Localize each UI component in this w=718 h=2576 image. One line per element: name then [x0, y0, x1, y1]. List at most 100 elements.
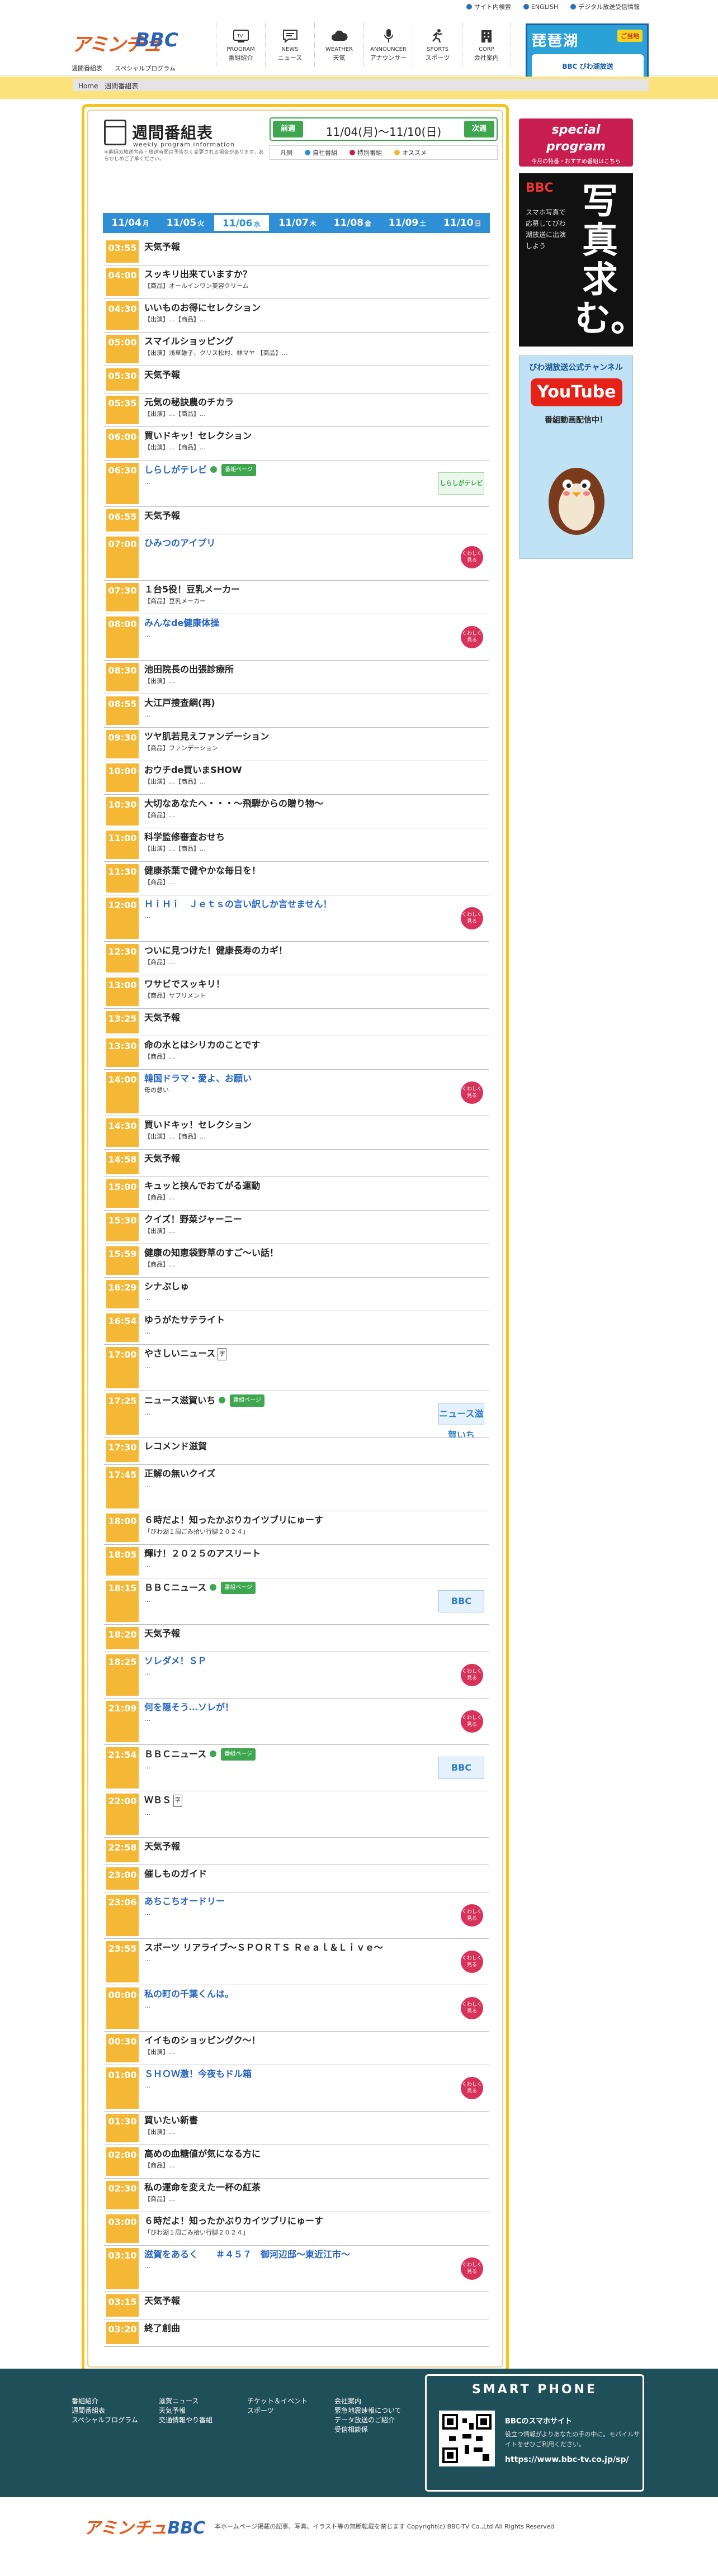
program-row[interactable]: 16:54 ゆうがたサテライト…	[104, 1311, 489, 1345]
program-row[interactable]: 23:06 あちこちオードリー … くわしく見る	[104, 1892, 489, 1939]
program-row[interactable]: 13:30 命の水とはシリカのことです 【商品】…	[104, 1036, 489, 1070]
program-row[interactable]: 23:55 スポーツ リアライブ〜ＳＰＯＲＴＳ Ｒｅａｌ＆Ｌｉｖｅ〜 … くわしく見る	[104, 1939, 489, 1985]
program-row[interactable]: 03:10 滋賀をあるく ＃４５７ 御河辺邸〜東近江市〜 … くわしく見る	[104, 2246, 489, 2292]
program-row[interactable]: 09:30 ツヤ肌若見えファンデーション 【商品】ファンデーション	[104, 728, 489, 761]
program-title[interactable]: クイズ！野菜ジャーニー	[144, 1214, 450, 1225]
more-button[interactable]: くわしく見る	[461, 1710, 483, 1733]
program-title[interactable]: おウチde買いまSHOW	[144, 765, 450, 776]
more-button[interactable]: くわしく見る	[461, 907, 483, 929]
program-title[interactable]: 私の町の千葉くんは。	[144, 1989, 450, 2000]
gnav-sports[interactable]: SPORTS スポーツ	[413, 22, 462, 67]
gnav-corp[interactable]: CORP 会社案内	[462, 22, 511, 67]
program-title[interactable]: ＳＨＯＷ激！今夜もドル箱	[144, 2069, 450, 2080]
site-search-link[interactable]: サイト内検索	[466, 2, 511, 11]
breadcrumb-home[interactable]: Home	[78, 82, 98, 90]
subnav-special-program[interactable]: スペシャルプログラム	[115, 64, 176, 73]
program-row[interactable]: 06:30 しらしがテレビ 番組ページ … しらしがテレビ	[104, 461, 489, 507]
program-row[interactable]: 04:00 スッキリ出来ていますか？ 【商品】オールインワン美容クリーム	[104, 265, 489, 299]
program-row[interactable]: 11:00 科学監修審査おせち 【出演】…【商品】…	[104, 828, 489, 862]
program-title[interactable]: ＷＢＳ 字	[144, 1795, 450, 1807]
program-row[interactable]: 11:30 健康茶葉で健やかな毎日を！ 【商品】…	[104, 862, 489, 895]
program-row[interactable]: 17:00 やさしいニュース字…	[104, 1345, 489, 1391]
more-button[interactable]: くわしく見る	[461, 1997, 483, 2019]
program-row[interactable]: 17:30 レコメンド滋賀	[104, 1438, 489, 1465]
more-button[interactable]: くわしく見る	[461, 2077, 483, 2099]
program-title[interactable]: レコメンド滋賀	[144, 1441, 450, 1452]
program-row[interactable]: 00:30 イイものショッピングク〜！ 【出演】…	[104, 2032, 489, 2065]
program-title[interactable]: キュッと挟んでおてがる運動	[144, 1180, 450, 1192]
program-row[interactable]: 08:30 池田院長の出張診療所 【出演】…	[104, 661, 489, 694]
prev-week-button[interactable]: 前週	[273, 121, 303, 137]
footer-link[interactable]: 週間番組表	[72, 2406, 138, 2416]
program-title[interactable]: シナぷしゅ	[144, 1281, 450, 1292]
program-row[interactable]: 01:00 ＳＨＯＷ激！今夜もドル箱 … くわしく見る	[104, 2065, 489, 2112]
special-program-banner[interactable]: special program 今月の特番・おすすめ番組はこちら	[519, 118, 633, 167]
program-row[interactable]: 00:00 私の町の千葉くんは。 … くわしく見る	[104, 1985, 489, 2032]
program-row[interactable]: 13:00 ワサビでスッキリ！ 【商品】サプリメント	[104, 975, 489, 1009]
program-row[interactable]: 08:55 大江戸捜査網(再)…	[104, 694, 489, 728]
program-row[interactable]: 15:59 健康の知恵袋野草のすご〜い話！ 【商品】…	[104, 1244, 489, 1278]
program-row[interactable]: 06:55 天気予報	[104, 507, 489, 534]
day-tab[interactable]: 11/04 月	[103, 213, 158, 233]
program-row[interactable]: 03:55 天気予報	[104, 238, 489, 265]
program-title[interactable]: ＢＢＣニュース 番組ページ	[144, 1748, 450, 1761]
gnav-news[interactable]: NEWS ニュース	[265, 22, 314, 67]
program-row[interactable]: 12:00 ＨｉＨｉ Ｊｅｔｓの言い訳しか言せません！ … くわしく見る	[104, 895, 489, 942]
more-button[interactable]: くわしく見る	[461, 1081, 483, 1104]
program-title[interactable]: ワサビでスッキリ！	[144, 979, 450, 990]
program-title[interactable]: 終了創曲	[144, 2323, 450, 2334]
program-title[interactable]: 滋賀をあるく ＃４５７ 御河辺邸〜東近江市〜	[144, 2249, 450, 2260]
program-title[interactable]: ついに見つけた！健康長寿のカギ！	[144, 945, 450, 956]
program-row[interactable]: 23:00 催しものガイド	[104, 1865, 489, 1892]
footer-link[interactable]: データ放送のご紹介	[334, 2416, 401, 2425]
program-thumbnail[interactable]: しらしがテレビ	[438, 472, 484, 495]
day-tab[interactable]: 11/05 火	[158, 213, 212, 233]
footer-link[interactable]: 会社案内	[334, 2397, 401, 2406]
program-thumbnail[interactable]: BBC	[438, 1757, 484, 1779]
program-title[interactable]: いいものお得にセレクション	[144, 302, 450, 314]
program-row[interactable]: 12:30 ついに見つけた！健康長寿のカギ！ 【商品】…	[104, 942, 489, 975]
program-title[interactable]: 健康茶葉で健やかな毎日を！	[144, 865, 450, 876]
program-title[interactable]: ＢＢＣニュース 番組ページ	[144, 1582, 450, 1594]
program-title[interactable]: しらしがテレビ 番組ページ	[144, 464, 450, 476]
program-row[interactable]: 04:30 いいものお得にセレクション 【出演】…【商品】…	[104, 299, 489, 333]
program-title[interactable]: 輝け！２０２５のアスリート	[144, 1548, 450, 1559]
program-title[interactable]: ６時だよ！知ったかぶりカイツブリにゅーす	[144, 1515, 450, 1526]
program-row[interactable]: 18:15 ＢＢＣニュース 番組ページ … BBC	[104, 1578, 489, 1625]
youtube-banner[interactable]: びわ湖放送公式チャンネル YouTube 番組動画配信中！	[519, 355, 633, 559]
program-row[interactable]: 13:25 天気予報	[104, 1009, 489, 1036]
photo-wanted-banner[interactable]: BBC 写真求む。 スマホ写真で応募してびわ湖放送に出演しよう	[519, 173, 633, 347]
program-page-link[interactable]: 番組ページ	[221, 1582, 256, 1594]
gnav-announcer[interactable]: ANNOUNCER アナウンサー	[363, 22, 413, 67]
more-button[interactable]: くわしく見る	[461, 1664, 483, 1686]
program-page-link[interactable]: 番組ページ	[230, 1394, 265, 1407]
program-title[interactable]: 買いドキッ！セレクション	[144, 430, 450, 442]
footer-logo[interactable]: アミンチュBBC	[84, 2514, 205, 2539]
program-row[interactable]: 06:00 買いドキッ！セレクション 【出演】…【商品】…	[104, 427, 489, 461]
program-page-link[interactable]: 番組ページ	[221, 464, 256, 476]
program-title[interactable]: 天気予報	[144, 1628, 450, 1639]
program-title[interactable]: スッキリ出来ていますか？	[144, 269, 450, 280]
day-tab[interactable]: 11/09 土	[380, 213, 434, 233]
program-title[interactable]: 催しものガイド	[144, 1868, 450, 1880]
program-title[interactable]: みんなde健康体操	[144, 618, 450, 629]
footer-link[interactable]: チケット＆イベント	[247, 2397, 308, 2406]
program-title[interactable]: 高めの血糖値が気になる方に	[144, 2148, 450, 2160]
day-tab[interactable]: 11/08 金	[325, 213, 380, 233]
program-title[interactable]: 正解の無いクイズ	[144, 1468, 450, 1479]
program-title[interactable]: ニュース滋賀いち 番組ページ	[144, 1394, 450, 1407]
program-title[interactable]: 大江戸捜査網(再)	[144, 698, 450, 709]
program-title[interactable]: 天気予報	[144, 2295, 450, 2307]
program-row[interactable]: 08:00 みんなde健康体操 … くわしく見る	[104, 614, 489, 661]
program-row[interactable]: 05:30 天気予報	[104, 366, 489, 393]
header-banner-biwako[interactable]: 琵琶湖 ご当地 BBC びわ湖放送	[526, 23, 649, 84]
footer-link[interactable]: 天気予報	[159, 2406, 212, 2416]
program-title[interactable]: 韓国ドラマ・愛よ、お願い	[144, 1073, 450, 1084]
site-logo[interactable]: アミンチュ BBC	[72, 25, 178, 59]
program-title[interactable]: 私の運命を変えた一杯の紅茶	[144, 2182, 450, 2193]
program-title[interactable]: 何を隠そう…ソレが！	[144, 1702, 450, 1713]
program-row[interactable]: 17:25 ニュース滋賀いち 番組ページ … ニュース滋賀いち	[104, 1391, 489, 1440]
more-button[interactable]: くわしく見る	[461, 2257, 483, 2280]
footer-link[interactable]: 交通情報やり番組	[159, 2416, 212, 2425]
program-row[interactable]: 15:30 クイズ！野菜ジャーニー 【出演】…	[104, 1211, 489, 1244]
